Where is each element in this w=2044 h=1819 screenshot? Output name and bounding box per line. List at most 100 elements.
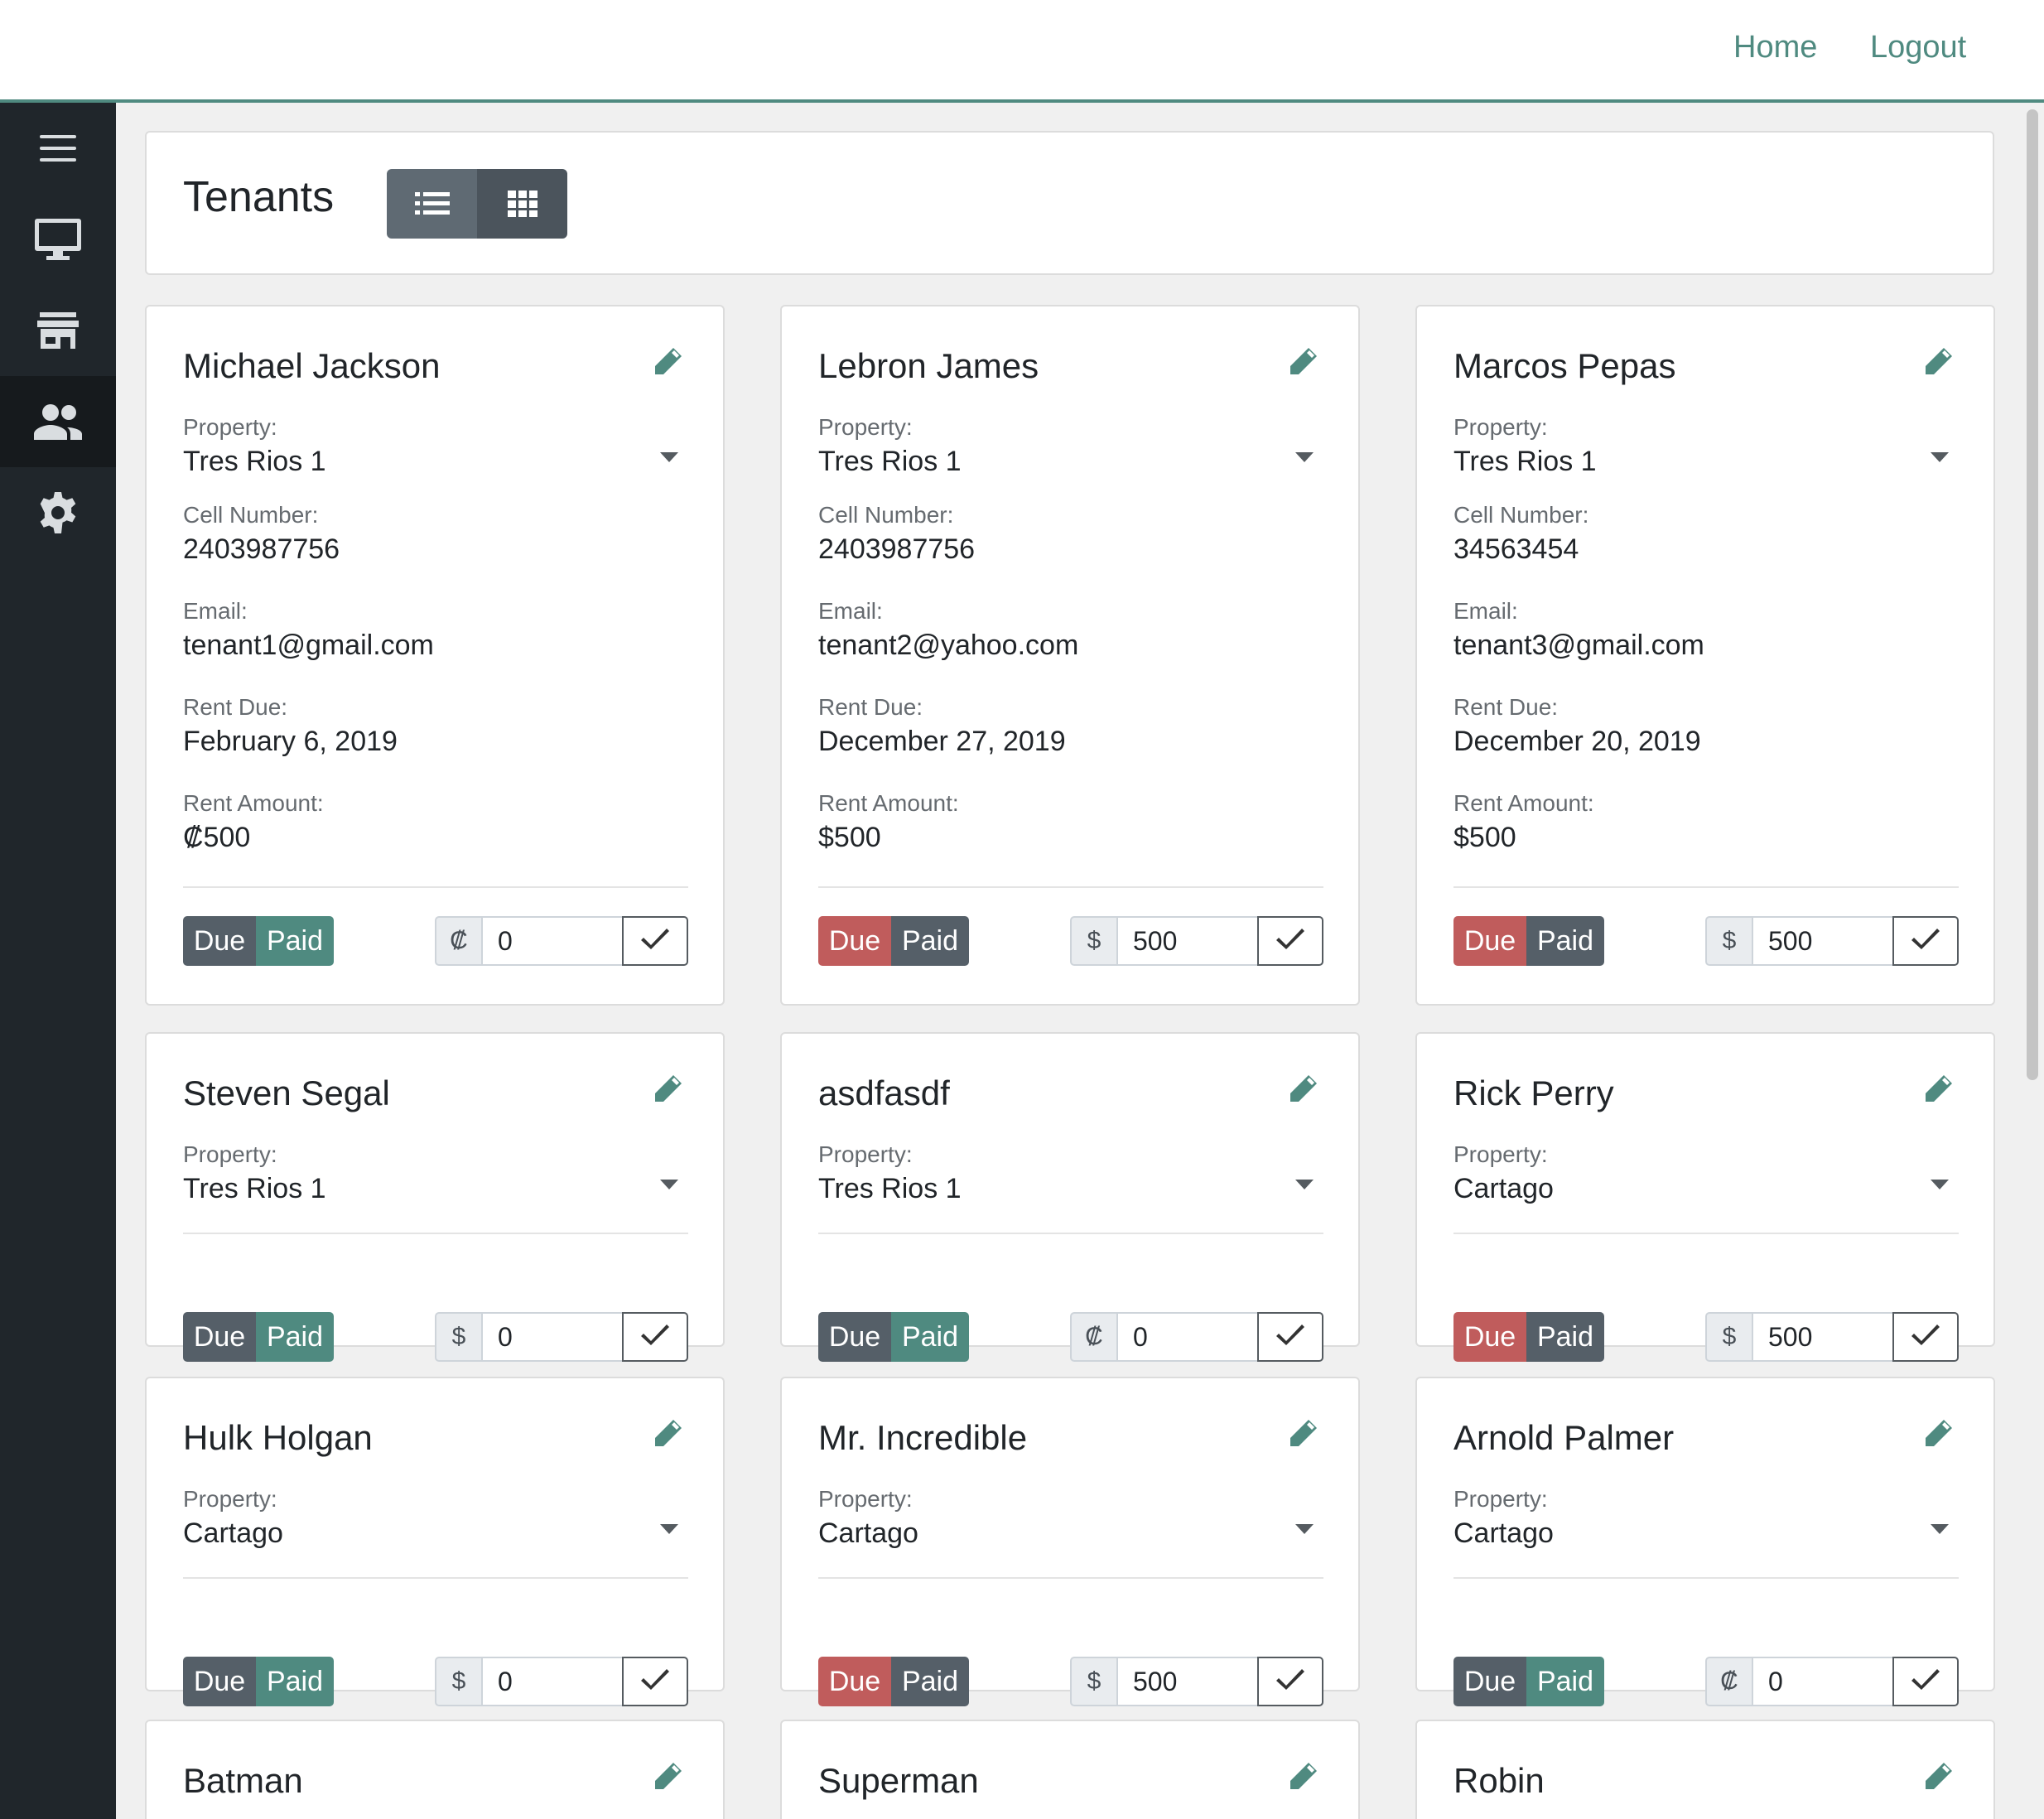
edit-pencil-icon[interactable] bbox=[1922, 346, 1954, 382]
edit-pencil-icon[interactable] bbox=[1922, 1761, 1954, 1797]
confirm-payment-button[interactable] bbox=[1257, 1657, 1323, 1706]
payment-input-group: $500 bbox=[1705, 916, 1959, 966]
property-dropdown-caret-icon[interactable] bbox=[1295, 1180, 1314, 1189]
payment-amount-input[interactable]: 0 bbox=[483, 1657, 622, 1706]
tenant-card: Batman bbox=[145, 1720, 725, 1819]
payment-status-toggle[interactable]: Due Paid bbox=[183, 1657, 334, 1706]
edit-pencil-icon[interactable] bbox=[652, 1761, 683, 1797]
edit-pencil-icon[interactable] bbox=[1287, 1074, 1318, 1109]
paid-status-button[interactable]: Paid bbox=[256, 1312, 334, 1362]
scrollbar-thumb[interactable] bbox=[2027, 109, 2038, 1080]
tenant-card: Superman bbox=[780, 1720, 1360, 1819]
payment-amount-input[interactable]: 500 bbox=[1753, 1312, 1892, 1362]
property-dropdown-caret-icon[interactable] bbox=[1931, 1180, 1949, 1189]
rent-due-value: February 6, 2019 bbox=[183, 726, 398, 757]
confirm-payment-button[interactable] bbox=[1257, 1312, 1323, 1362]
payment-amount-input[interactable]: 0 bbox=[1753, 1657, 1892, 1706]
property-dropdown-caret-icon[interactable] bbox=[660, 1180, 678, 1189]
payment-status-toggle[interactable]: Due Paid bbox=[1453, 916, 1604, 966]
payment-amount-input[interactable]: 0 bbox=[1118, 1312, 1257, 1362]
due-status-button[interactable]: Due bbox=[1453, 1657, 1526, 1706]
property-dropdown-caret-icon[interactable] bbox=[1295, 1524, 1314, 1534]
property-dropdown-caret-icon[interactable] bbox=[660, 452, 678, 462]
confirm-payment-button[interactable] bbox=[1257, 916, 1323, 966]
paid-status-button[interactable]: Paid bbox=[891, 916, 969, 966]
divider bbox=[1453, 1233, 1959, 1234]
tenant-name: Robin bbox=[1453, 1761, 1545, 1800]
edit-pencil-icon[interactable] bbox=[652, 1074, 683, 1109]
divider bbox=[1453, 1577, 1959, 1579]
list-view-icon bbox=[414, 192, 450, 215]
payment-input-group: $500 bbox=[1705, 1312, 1959, 1362]
sidebar-item-settings[interactable] bbox=[0, 467, 116, 558]
payment-amount-input[interactable]: 0 bbox=[483, 1312, 622, 1362]
tenant-card: Lebron James Property: Tres Rios 1 Cell Num… bbox=[780, 305, 1360, 1006]
paid-status-button[interactable]: Paid bbox=[256, 1657, 334, 1706]
edit-pencil-icon[interactable] bbox=[1922, 1074, 1954, 1109]
due-status-button[interactable]: Due bbox=[818, 916, 891, 966]
payment-status-toggle[interactable]: Due Paid bbox=[183, 1312, 334, 1362]
paid-status-button[interactable]: Paid bbox=[891, 1312, 969, 1362]
tenant-name: Arnold Palmer bbox=[1453, 1418, 1675, 1457]
paid-status-button[interactable]: Paid bbox=[1526, 1657, 1604, 1706]
payment-status-toggle[interactable]: Due Paid bbox=[818, 916, 969, 966]
confirm-payment-button[interactable] bbox=[1892, 916, 1959, 966]
edit-pencil-icon[interactable] bbox=[1287, 1761, 1318, 1797]
edit-pencil-icon[interactable] bbox=[1287, 346, 1318, 382]
paid-status-button[interactable]: Paid bbox=[256, 916, 334, 966]
payment-status-toggle[interactable]: Due Paid bbox=[183, 916, 334, 966]
property-label: Property: bbox=[818, 1486, 913, 1512]
payment-amount-input[interactable]: 500 bbox=[1753, 916, 1892, 966]
due-status-button[interactable]: Due bbox=[183, 916, 256, 966]
confirm-payment-button[interactable] bbox=[1892, 1312, 1959, 1362]
payment-status-toggle[interactable]: Due Paid bbox=[1453, 1657, 1604, 1706]
rent-due-value: December 20, 2019 bbox=[1453, 726, 1701, 757]
divider bbox=[183, 1233, 688, 1234]
edit-pencil-icon[interactable] bbox=[1922, 1418, 1954, 1454]
confirm-payment-button[interactable] bbox=[1892, 1657, 1959, 1706]
divider bbox=[818, 886, 1323, 888]
view-toggle bbox=[387, 169, 567, 239]
paid-status-button[interactable]: Paid bbox=[891, 1657, 969, 1706]
payment-amount-input[interactable]: 500 bbox=[1118, 916, 1257, 966]
sidebar-item-tenants[interactable] bbox=[0, 376, 116, 467]
payment-status-toggle[interactable]: Due Paid bbox=[818, 1657, 969, 1706]
payment-status-toggle[interactable]: Due Paid bbox=[818, 1312, 969, 1362]
sidebar-item-dashboard[interactable] bbox=[0, 194, 116, 285]
payment-amount-input[interactable]: 500 bbox=[1118, 1657, 1257, 1706]
payment-input-group: $500 bbox=[1070, 1657, 1323, 1706]
property-dropdown-caret-icon[interactable] bbox=[1295, 452, 1314, 462]
confirm-payment-button[interactable] bbox=[622, 1657, 688, 1706]
edit-pencil-icon[interactable] bbox=[652, 346, 683, 382]
payment-status-toggle[interactable]: Due Paid bbox=[1453, 1312, 1604, 1362]
email-value: tenant3@gmail.com bbox=[1453, 630, 1704, 661]
edit-pencil-icon[interactable] bbox=[1287, 1418, 1318, 1454]
check-icon bbox=[639, 926, 672, 957]
logout-link[interactable]: Logout bbox=[1870, 30, 1966, 65]
property-label: Property: bbox=[1453, 1141, 1548, 1167]
due-status-button[interactable]: Due bbox=[818, 1657, 891, 1706]
paid-status-button[interactable]: Paid bbox=[1526, 916, 1604, 966]
divider bbox=[1453, 886, 1959, 888]
grid-view-icon bbox=[507, 191, 538, 217]
property-dropdown-caret-icon[interactable] bbox=[1931, 1524, 1949, 1534]
list-view-button[interactable] bbox=[387, 169, 477, 239]
property-dropdown-caret-icon[interactable] bbox=[660, 1524, 678, 1534]
payment-input-group: ₡ 0 bbox=[435, 916, 688, 966]
due-status-button[interactable]: Due bbox=[818, 1312, 891, 1362]
sidebar-item-properties[interactable] bbox=[0, 285, 116, 376]
home-link[interactable]: Home bbox=[1733, 30, 1817, 65]
property-dropdown-caret-icon[interactable] bbox=[1931, 452, 1949, 462]
due-status-button[interactable]: Due bbox=[183, 1657, 256, 1706]
due-status-button[interactable]: Due bbox=[1453, 1312, 1526, 1362]
due-status-button[interactable]: Due bbox=[183, 1312, 256, 1362]
confirm-payment-button[interactable] bbox=[622, 916, 688, 966]
payment-amount-input[interactable]: 0 bbox=[483, 916, 622, 966]
paid-status-button[interactable]: Paid bbox=[1526, 1312, 1604, 1362]
sidebar-menu-toggle[interactable] bbox=[0, 103, 116, 194]
confirm-payment-button[interactable] bbox=[622, 1312, 688, 1362]
due-status-button[interactable]: Due bbox=[1453, 916, 1526, 966]
grid-view-button[interactable] bbox=[477, 169, 567, 239]
property-label: Property: bbox=[818, 414, 913, 440]
edit-pencil-icon[interactable] bbox=[652, 1418, 683, 1454]
